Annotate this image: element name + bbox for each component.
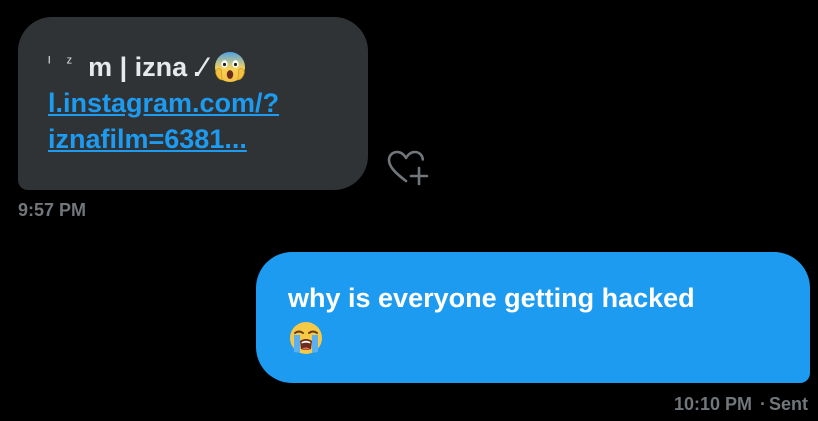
heart-add-icon[interactable] bbox=[386, 148, 430, 188]
sender-prefix: ᴵ ᶻ bbox=[48, 54, 79, 71]
outgoing-timestamp: 10:10 PM bbox=[673, 394, 752, 414]
shared-link-line-2[interactable]: iznafilm=6381... bbox=[48, 121, 348, 157]
face-screaming-in-fear-emoji bbox=[213, 50, 247, 84]
incoming-timestamp: 9:57 PM bbox=[18, 200, 87, 220]
sender-suffix: .⁄ bbox=[193, 52, 206, 82]
outgoing-meta: 10:10 PM · Sent bbox=[674, 394, 808, 415]
outgoing-message-bubble[interactable]: why is everyone getting hacked bbox=[256, 252, 810, 383]
dm-conversation: ᴵ ᶻ m | izna .⁄ l.instagram.com/? iznafi… bbox=[0, 0, 818, 421]
loudly-crying-face-emoji bbox=[288, 320, 324, 356]
shared-post-author: ᴵ ᶻ m | izna .⁄ bbox=[48, 49, 348, 85]
shared-link-line-1[interactable]: l.instagram.com/? bbox=[48, 85, 348, 121]
incoming-message-bubble[interactable]: ᴵ ᶻ m | izna .⁄ l.instagram.com/? iznafi… bbox=[18, 17, 368, 190]
outgoing-message-text: why is everyone getting hacked bbox=[288, 283, 695, 313]
meta-separator: · bbox=[759, 394, 766, 414]
sender-name: m | izna bbox=[88, 52, 188, 82]
delivery-status: Sent bbox=[768, 394, 808, 414]
